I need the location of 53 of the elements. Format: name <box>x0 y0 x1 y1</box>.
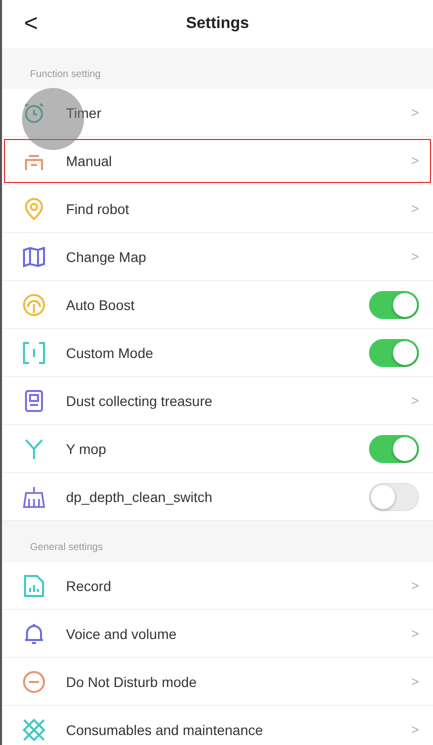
toggle-switch[interactable] <box>369 434 419 462</box>
gauge-icon <box>22 292 46 316</box>
chevron: > <box>411 249 419 264</box>
chevron: > <box>411 722 419 737</box>
settings-row[interactable]: Consumables and maintenance > <box>2 706 433 745</box>
toggle-switch[interactable] <box>369 290 419 318</box>
row-label: Find robot <box>66 200 130 216</box>
location-pin-icon <box>22 196 46 220</box>
settings-row[interactable]: Voice and volume > <box>2 610 433 658</box>
alarm-clock-icon <box>22 100 46 124</box>
section-label: Function setting <box>30 69 101 80</box>
row-label: Voice and volume <box>66 626 178 642</box>
row-label: Dust collecting treasure <box>66 392 214 408</box>
dust-box-icon <box>22 388 46 412</box>
chart-document-icon <box>22 574 46 598</box>
settings-row[interactable]: Do Not Disturb mode > <box>2 658 433 706</box>
section-label: General settings <box>30 542 103 553</box>
row-label: Auto Boost <box>66 296 136 312</box>
chevron: > <box>411 578 419 593</box>
chevron: > <box>411 105 419 120</box>
chevron: > <box>411 153 419 168</box>
settings-row[interactable]: Dust collecting treasure > <box>2 377 433 425</box>
minus-circle-icon <box>22 670 46 694</box>
chevron: > <box>411 201 419 216</box>
brush-icon <box>22 484 46 508</box>
back-button[interactable]: < <box>24 10 38 38</box>
chevron: > <box>411 393 419 408</box>
map-icon <box>22 244 46 268</box>
row-label: Custom Mode <box>66 344 154 360</box>
settings-row[interactable]: Find robot > <box>2 185 433 233</box>
row-label: Consumables and maintenance <box>66 722 264 738</box>
toggle-switch[interactable] <box>369 338 419 366</box>
row-label: Record <box>66 578 112 594</box>
settings-row[interactable]: Custom Mode <box>2 329 433 377</box>
toggle-switch[interactable] <box>369 482 419 510</box>
row-label: Change Map <box>66 248 148 264</box>
chevron: > <box>411 674 419 689</box>
row-label: Manual <box>66 152 113 168</box>
row-label: Timer <box>66 104 102 120</box>
row-label: Y mop <box>66 440 108 456</box>
row-label: Do Not Disturb mode <box>66 674 198 690</box>
settings-row[interactable]: Record > <box>2 562 433 610</box>
crossed-pattern-icon <box>22 718 46 742</box>
highlighted-settings-row[interactable]: Manual > <box>2 137 433 185</box>
bracket-frame-icon <box>22 340 46 364</box>
page-title: Settings <box>186 15 250 33</box>
settings-row[interactable]: Timer > <box>2 89 433 137</box>
settings-row[interactable]: Auto Boost <box>2 281 433 329</box>
chevron: > <box>411 626 419 641</box>
settings-row[interactable]: Change Map > <box>2 233 433 281</box>
row-label: dp_depth_clean_switch <box>66 488 214 504</box>
settings-row[interactable]: Y mop <box>2 425 433 473</box>
bell-icon <box>22 622 46 646</box>
